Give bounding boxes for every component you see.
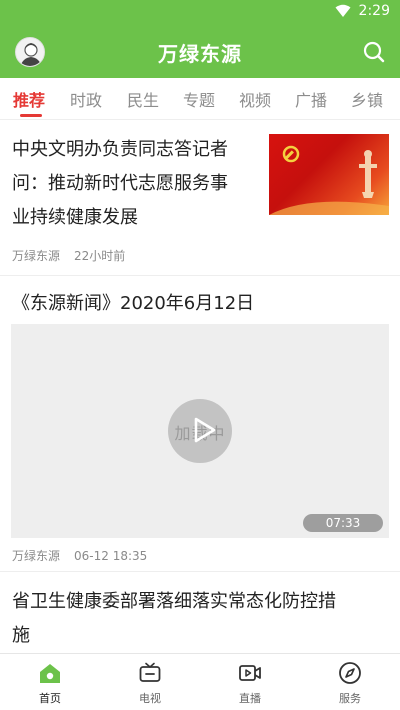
tab-politics[interactable]: 时政 [70, 87, 102, 111]
news-source: 万绿东源 [12, 549, 61, 563]
status-bar: 2:29 [0, 0, 400, 24]
news-item-title: 《东源新闻》2020年6月12日 [12, 293, 255, 314]
video-player[interactable]: 加载中 07:33 [11, 324, 389, 538]
news-item-title: 中央文明办负责同志答记者 问：推动新时代志愿服务事 业持续健康发展 [12, 139, 228, 228]
tab-broadcast[interactable]: 广播 [295, 87, 327, 111]
news-item[interactable]: 中央文明办负责同志答记者 问：推动新时代志愿服务事 业持续健康发展 万绿东源 2… [0, 121, 400, 276]
news-item-meta: 万绿东源 22小时前 [12, 247, 125, 264]
news-feed[interactable]: 中央文明办负责同志答记者 问：推动新时代志愿服务事 业持续健康发展 万绿东源 2… [0, 121, 400, 653]
tv-icon [139, 662, 161, 682]
news-item-title: 省卫生健康委部署落细落实常态化防控措 施 [12, 591, 336, 646]
tab-recommend[interactable]: 推荐 [13, 87, 45, 111]
tab-topics[interactable]: 专题 [183, 87, 215, 111]
category-tabs: 推荐 时政 民生 专题 视频 广播 乡镇 [0, 78, 400, 120]
wifi-icon [335, 4, 351, 17]
app-bar: 万绿东源 [0, 24, 400, 78]
video-news-item[interactable]: 《东源新闻》2020年6月12日 加载中 07:33 万绿东源 06-12 18:… [0, 277, 400, 572]
tab-video[interactable]: 视频 [239, 87, 271, 111]
news-source: 万绿东源 [12, 249, 61, 263]
news-item-meta: 万绿东源 06-12 18:35 [12, 547, 147, 564]
tab-towns[interactable]: 乡镇 [351, 87, 383, 111]
tab-livelihood[interactable]: 民生 [127, 87, 159, 111]
news-thumbnail [269, 134, 389, 215]
app-title: 万绿东源 [158, 42, 242, 66]
search-icon[interactable] [362, 40, 386, 64]
active-tab-indicator [20, 114, 42, 117]
news-time: 22小时前 [74, 249, 126, 263]
news-time: 06-12 18:35 [74, 549, 148, 563]
play-icon[interactable] [194, 417, 216, 443]
nav-item-tv[interactable]: 电视 [100, 654, 200, 710]
compass-icon [339, 662, 361, 684]
bottom-navigation: 首页 电视 直播 服务 [0, 653, 400, 710]
nav-item-home[interactable]: 首页 [0, 654, 100, 710]
status-time: 2:29 [358, 3, 390, 19]
nav-item-live[interactable]: 直播 [200, 654, 300, 710]
home-icon [40, 664, 60, 683]
video-duration-badge: 07:33 [303, 514, 383, 532]
live-video-icon [239, 665, 261, 681]
news-item[interactable]: 省卫生健康委部署落细落实常态化防控措 施 [0, 573, 400, 653]
nav-item-services[interactable]: 服务 [300, 654, 400, 710]
